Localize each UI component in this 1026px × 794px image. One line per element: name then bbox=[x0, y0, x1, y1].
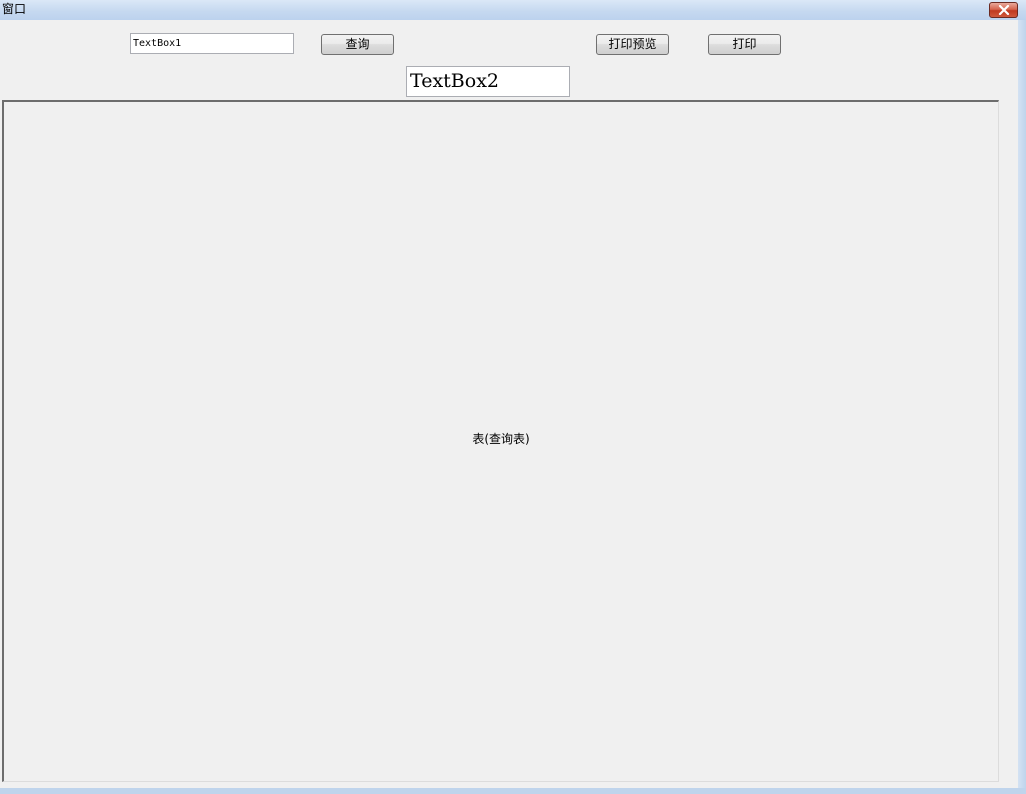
app-window: 窗口 TextBox1 查询 打印预览 打印 TextBox2 表(查询表) bbox=[0, 0, 1026, 794]
query-input[interactable]: TextBox1 bbox=[130, 33, 294, 54]
title-input[interactable]: TextBox2 bbox=[406, 66, 570, 97]
query-table[interactable]: 表(查询表) bbox=[2, 100, 999, 782]
window-frame-bottom bbox=[0, 788, 1026, 794]
table-placeholder-label: 表(查询表) bbox=[472, 432, 530, 446]
window-title: 窗口 bbox=[2, 2, 27, 16]
query-button[interactable]: 查询 bbox=[321, 34, 394, 55]
close-button[interactable] bbox=[989, 2, 1018, 18]
window-frame-right bbox=[1018, 20, 1026, 788]
print-button[interactable]: 打印 bbox=[708, 34, 781, 55]
print-preview-button[interactable]: 打印预览 bbox=[596, 34, 669, 55]
close-icon bbox=[998, 5, 1009, 15]
title-bar[interactable]: 窗口 bbox=[0, 0, 1026, 20]
